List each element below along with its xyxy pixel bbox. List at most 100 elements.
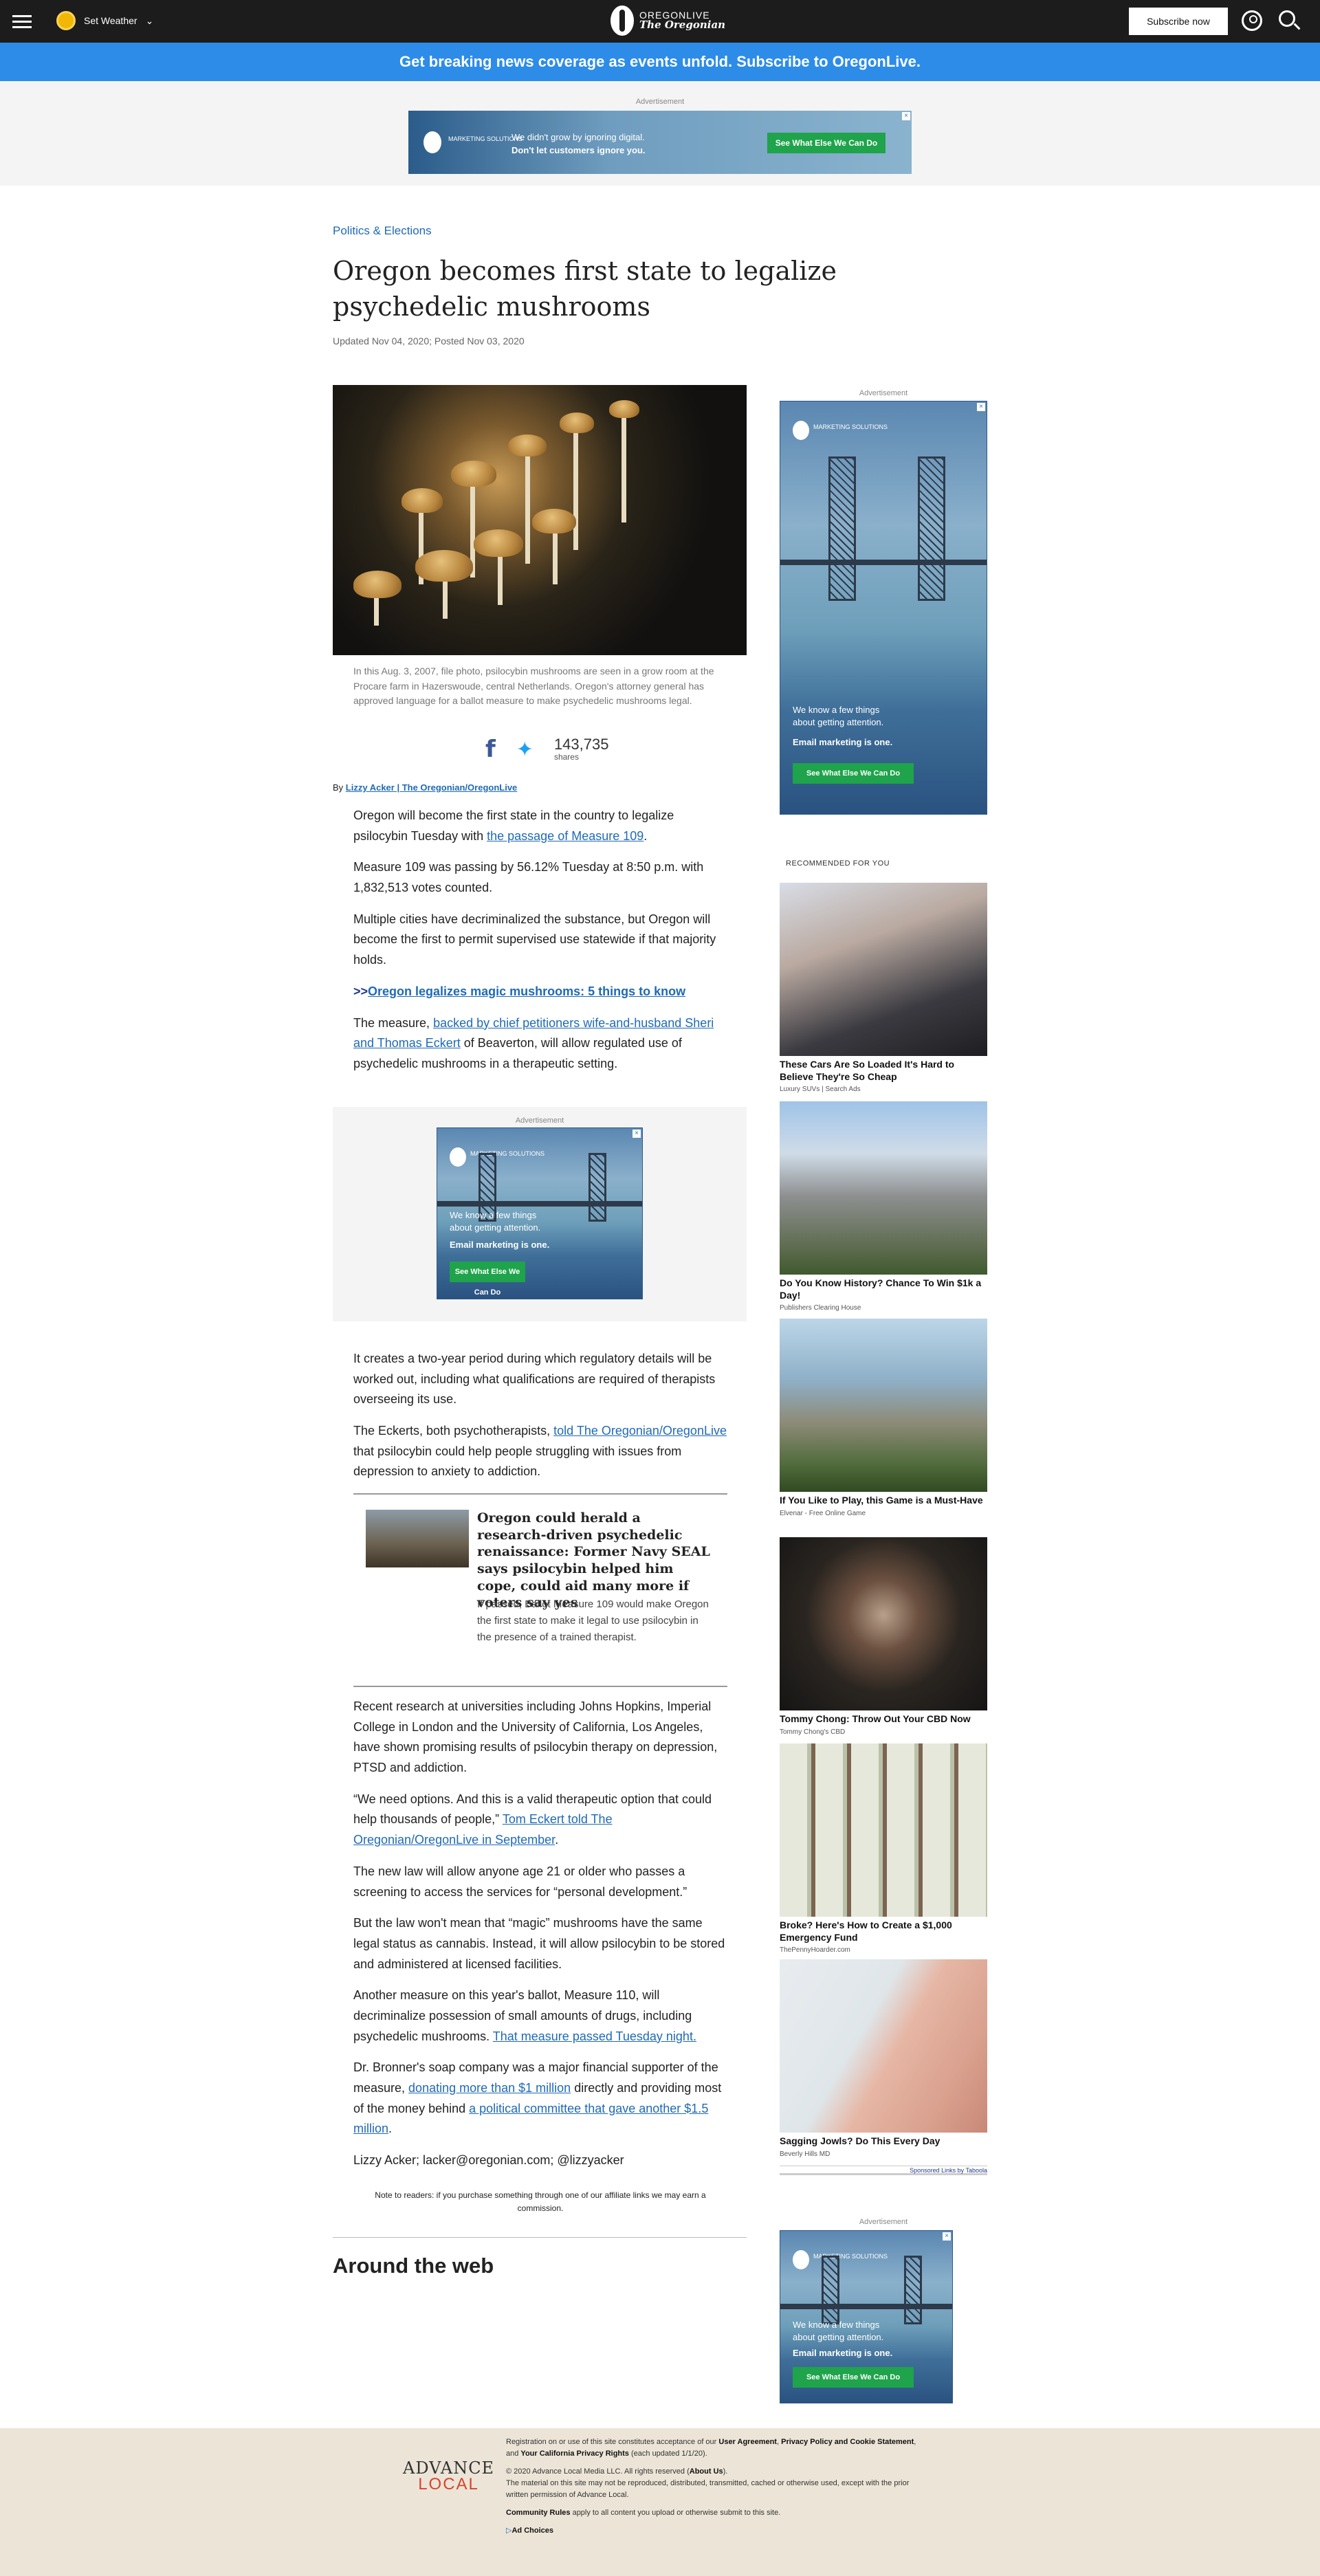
facebook-icon[interactable]: f (485, 736, 496, 763)
ad-bold-line: Email marketing is one. (450, 1240, 550, 1250)
adchoices-icon[interactable]: × (977, 403, 985, 411)
author-link[interactable]: Lizzy Acker | The Oregonian/OregonLive (346, 782, 518, 793)
recommended-source: Publishers Clearing House (780, 1304, 861, 1312)
ad-bold-line: Email marketing is one. (793, 737, 893, 747)
paragraph: It creates a two-year period during whic… (353, 1352, 716, 1407)
recommended-title[interactable]: Sagging Jowls? Do This Every Day (780, 2135, 987, 2148)
five-things-link[interactable]: Oregon legalizes magic mushrooms: 5 thin… (368, 984, 685, 998)
recommended-thumbnail[interactable] (780, 883, 987, 1056)
paragraph: The new law will allow anyone age 21 or … (353, 1864, 688, 1899)
ad-cta-button[interactable]: See What Else We Can Do (793, 763, 914, 784)
recommended-title[interactable]: Do You Know History? Chance To Win $1k a… (780, 1277, 987, 1301)
community-rules-link[interactable]: Community Rules (506, 2509, 571, 2517)
recommended-source: ThePennyHoarder.com (780, 1946, 850, 1954)
related-story-thumbnail[interactable] (366, 1510, 469, 1567)
article-dateline: Updated Nov 04, 2020; Posted Nov 03, 202… (333, 335, 525, 346)
recommended-source: Elvenar - Free Online Game (780, 1509, 866, 1517)
user-account-icon[interactable] (1242, 10, 1262, 31)
footer-logo-bottom: LOCAL (418, 2475, 479, 2494)
adchoices-icon[interactable]: × (632, 1130, 641, 1138)
section-kicker[interactable]: Politics & Elections (333, 224, 432, 238)
recommended-item[interactable]: If You Like to Play, this Game is a Must… (780, 1319, 987, 1517)
rail-ad-mrec[interactable]: MARKETING SOLUTIONS We know a few things… (780, 2230, 953, 2403)
logo-bottom-text: The Oregonian (639, 19, 726, 32)
paragraph: The measure, backed by chief petitioners… (353, 1015, 714, 1070)
divider (333, 2237, 747, 2238)
recommended-thumbnail[interactable] (780, 1537, 987, 1710)
recommended-title[interactable]: Tommy Chong: Throw Out Your CBD Now (780, 1713, 987, 1726)
ad-label: Advertisement (635, 98, 685, 106)
recommended-title[interactable]: Broke? Here's How to Create a $1,000 Eme… (780, 1919, 987, 1944)
paragraph: Recent research at universities includin… (353, 1699, 718, 1775)
search-icon[interactable] (1279, 10, 1295, 27)
top-ad-strip: Advertisement MARKETING SOLUTIONS We did… (0, 81, 1320, 186)
rail-ad-halfpage[interactable]: MARKETING SOLUTIONS We know a few things… (780, 401, 987, 815)
weather-widget[interactable]: Set Weather ⌄ (56, 11, 153, 30)
paragraph: “We need options. And this is a valid th… (353, 1792, 712, 1847)
adchoices-icon[interactable]: × (943, 2232, 951, 2241)
menu-icon[interactable] (12, 15, 32, 29)
recommended-title[interactable]: If You Like to Play, this Game is a Must… (780, 1495, 987, 1507)
recommended-thumbnail[interactable] (780, 1743, 987, 1917)
author-signoff: Lizzy Acker; lacker@oregonian.com; @lizz… (353, 2153, 624, 2168)
oregonian-o-icon (610, 5, 634, 36)
share-bar: f ✦ 143,735 shares (485, 736, 608, 763)
california-rights-link[interactable]: Your California Privacy Rights (520, 2450, 629, 2458)
recommended-item[interactable]: These Cars Are So Loaded It's Hard to Be… (780, 883, 987, 1093)
recommended-source: Beverly Hills MD (780, 2150, 830, 2158)
article-body-part-2: It creates a two-year period during whic… (353, 1349, 727, 1493)
adchoices-icon[interactable]: × (902, 112, 910, 120)
recommended-thumbnail[interactable] (780, 1959, 987, 2133)
around-the-web-heading: Around the web (333, 2254, 494, 2278)
advance-logo-icon (424, 131, 441, 153)
recommended-title[interactable]: These Cars Are So Loaded It's Hard to Be… (780, 1059, 987, 1083)
article-body-part-1: Oregon will become the first state in th… (353, 806, 727, 1086)
site-logo[interactable]: OREGONLIVE The Oregonian (610, 5, 725, 36)
paragraph: Oregon will become the first state in th… (353, 808, 674, 843)
ad-line-1: We know a few things (793, 2320, 880, 2330)
paragraph: But the law won't mean that “magic” mush… (353, 1916, 725, 1971)
footer-legal-text: Registration on or use of this site cons… (506, 2438, 916, 2535)
recommended-item[interactable]: Do You Know History? Chance To Win $1k a… (780, 1101, 987, 1312)
told-oregonian-link[interactable]: told The Oregonian/OregonLive (553, 1424, 727, 1438)
hero-caption: In this Aug. 3, 2007, file photo, psiloc… (353, 665, 714, 707)
subscribe-button[interactable]: Subscribe now (1129, 8, 1228, 35)
paragraph: Measure 109 was passing by 56.12% Tuesda… (353, 860, 704, 895)
user-agreement-link[interactable]: User Agreement (718, 2438, 777, 2446)
top-banner-ad[interactable]: MARKETING SOLUTIONS We didn't grow by ig… (408, 111, 912, 174)
privacy-policy-link[interactable]: Privacy Policy and Cookie Statement (781, 2438, 914, 2446)
affiliate-disclaimer: Note to readers: if you purchase somethi… (375, 2190, 706, 2214)
chevron-down-icon: ⌄ (145, 14, 154, 26)
weather-label: Set Weather (84, 15, 138, 26)
sponsored-links-label[interactable]: Sponsored Links by Taboola (780, 2166, 987, 2175)
recommended-source: Luxury SUVs | Search Ads (780, 1086, 861, 1093)
recommended-item[interactable]: Broke? Here's How to Create a $1,000 Eme… (780, 1743, 987, 1954)
ad-line-2: Don't let customers ignore you. (512, 144, 646, 155)
measure-109-link[interactable]: the passage of Measure 109 (487, 829, 644, 843)
recommended-thumbnail[interactable] (780, 1319, 987, 1492)
measure-110-link[interactable]: That measure passed Tuesday night. (493, 2029, 696, 2043)
donating-link[interactable]: donating more than $1 million (408, 2081, 571, 2095)
share-count: 143,735 (553, 736, 609, 753)
ad-bold-line: Email marketing is one. (793, 2348, 893, 2358)
about-us-link[interactable]: About Us (690, 2467, 723, 2476)
recommended-thumbnail[interactable] (780, 1101, 987, 1275)
ad-cta-button[interactable]: See What Else We Can Do (450, 1262, 525, 1297)
ad-cta-button[interactable]: See What Else We Can Do (793, 2367, 914, 2388)
paragraph: Another measure on this year's ballot, M… (353, 1988, 696, 2043)
ad-cta-button[interactable]: See What Else We Can Do (767, 133, 886, 153)
advance-local-logo[interactable]: ADVANCE LOCAL (403, 2460, 494, 2493)
ad-label: Advertisement (859, 389, 908, 397)
ad-choices-link[interactable]: Ad Choices (512, 2527, 553, 2535)
byline: By Lizzy Acker | The Oregonian/OregonLiv… (333, 782, 517, 793)
ad-line-1: We know a few things (450, 1210, 537, 1220)
site-footer: ADVANCE LOCAL Registration on or use of … (0, 2428, 1320, 2576)
recommended-item[interactable]: Tommy Chong: Throw Out Your CBD Now Tomm… (780, 1537, 987, 1736)
twitter-icon[interactable]: ✦ (516, 738, 534, 762)
related-story-card[interactable]: Oregon could herald a research-driven ps… (353, 1493, 727, 1687)
subscribe-promo-banner[interactable]: Get breaking news coverage as events unf… (0, 43, 1320, 81)
recommended-item[interactable]: Sagging Jowls? Do This Every Day Beverly… (780, 1959, 987, 2158)
paragraph: Dr. Bronner's soap company was a major f… (353, 2060, 722, 2136)
inline-mrec-ad[interactable]: MARKETING SOLUTIONS We know a few things… (437, 1127, 643, 1299)
paragraph: The Eckerts, both psychotherapists, told… (353, 1424, 727, 1479)
